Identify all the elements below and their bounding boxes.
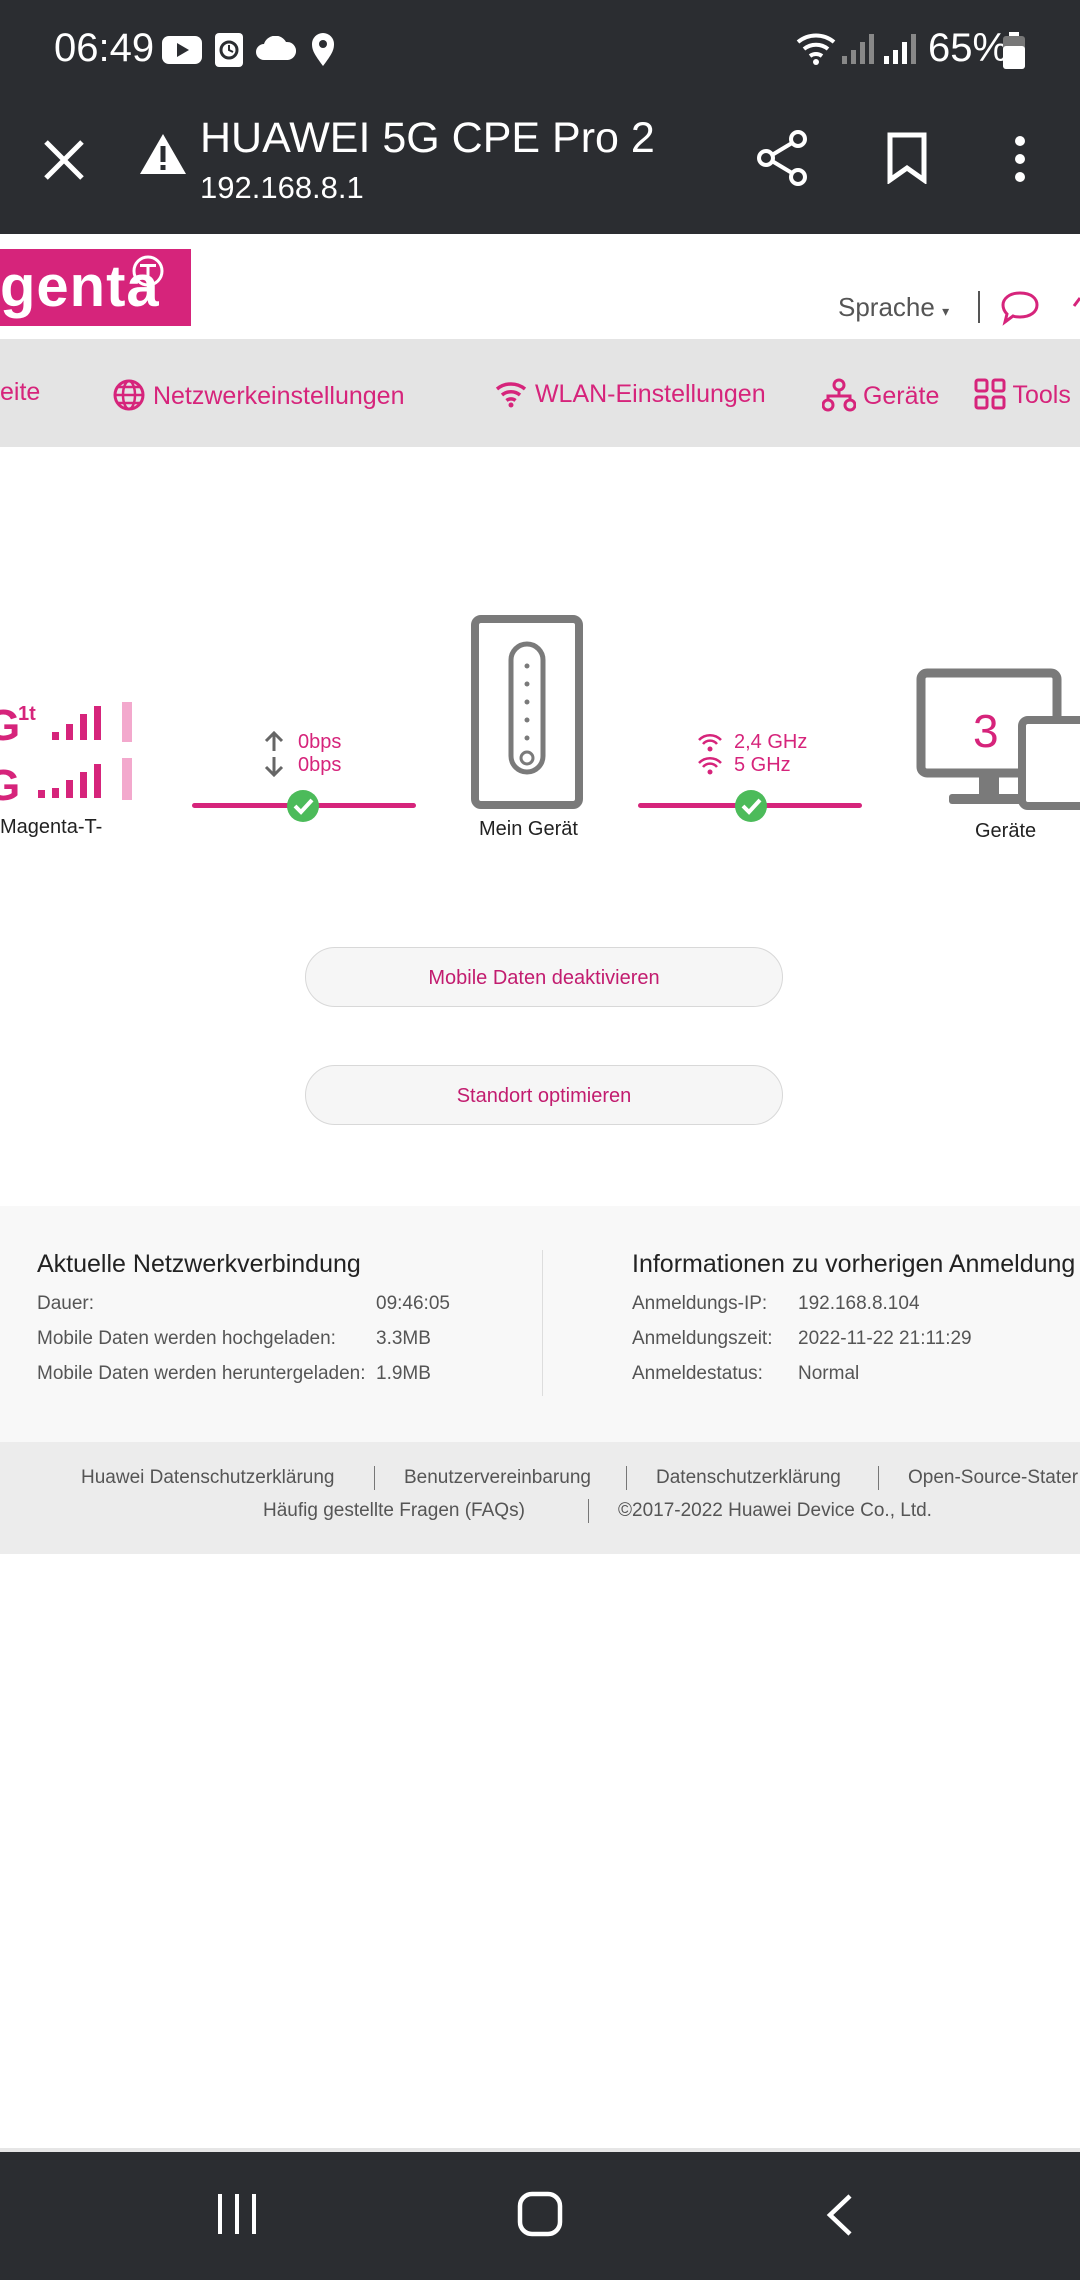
wifi-icon xyxy=(495,382,527,408)
svg-text:G: G xyxy=(0,761,20,806)
nav-item-label: Netzwerkeinstellungen xyxy=(152,382,405,410)
svg-text:1t: 1t xyxy=(18,703,36,725)
previous-login-title: Informationen zu vorherigen Anmeldung xyxy=(632,1250,1076,1278)
share-icon[interactable] xyxy=(756,130,808,186)
info-label: Anmeldungs-IP: xyxy=(632,1293,768,1314)
more-icon[interactable] xyxy=(1010,134,1030,184)
devices-caption: Geräte xyxy=(975,820,1037,842)
nav-item-network-settings[interactable]: Netzwerkeinstellungen xyxy=(112,378,404,412)
nav-item-devices[interactable]: Geräte xyxy=(821,378,940,412)
footer-link-open-source[interactable]: Open-Source-Stater xyxy=(908,1467,1078,1489)
optimize-location-button[interactable]: Standort optimieren xyxy=(305,1065,783,1125)
info-value: 1.9MB xyxy=(376,1363,431,1384)
language-select[interactable]: Sprache ▾ xyxy=(838,292,949,323)
info-panel xyxy=(0,1206,1080,1442)
download-speed: 0bps xyxy=(298,754,342,776)
nav-item-wlan-settings[interactable]: WLAN-Einstellungen xyxy=(494,378,766,409)
nav-item-label: eite xyxy=(0,378,41,406)
info-label: Mobile Daten werden heruntergeladen: xyxy=(37,1363,366,1384)
status-time: 06:49 xyxy=(54,26,155,70)
info-value: 09:46:05 xyxy=(376,1293,450,1314)
footer-link-faq[interactable]: Häufig gestellte Fragen (FAQs) xyxy=(263,1500,525,1522)
nav-item-tools[interactable]: Tools xyxy=(974,378,1071,410)
footer-link-privacy-huawei[interactable]: Huawei Datenschutzerklärung xyxy=(81,1467,334,1489)
router-icon[interactable] xyxy=(470,614,584,810)
youtube-icon xyxy=(162,36,202,64)
chat-icon[interactable] xyxy=(1000,290,1040,326)
info-value: Normal xyxy=(798,1363,860,1384)
user-icon[interactable] xyxy=(1072,296,1080,316)
check-icon xyxy=(735,790,767,822)
footer xyxy=(0,1442,1080,1554)
network-signal-icon: G 1t G xyxy=(0,701,132,806)
info-label: Anmeldestatus: xyxy=(632,1363,763,1384)
nav-item-label: Geräte xyxy=(862,382,940,410)
check-icon xyxy=(287,790,319,822)
grid-icon xyxy=(974,378,1006,410)
page-title[interactable]: HUAWEI 5G CPE Pro 2 xyxy=(200,114,655,163)
info-value: 3.3MB xyxy=(376,1328,431,1349)
upload-speed: 0bps xyxy=(298,731,342,753)
info-divider xyxy=(542,1250,543,1396)
page-url[interactable]: 192.168.8.1 xyxy=(200,170,364,206)
info-value: 2022-11-22 21:11:29 xyxy=(798,1328,972,1349)
nav-item-label: Tools xyxy=(1012,381,1071,409)
network-icon xyxy=(821,378,857,412)
network-caption: Magenta-T- xyxy=(0,816,103,838)
recent-apps-icon[interactable] xyxy=(214,2192,262,2236)
telekom-t-icon xyxy=(132,255,164,287)
nav-item-home[interactable]: eite xyxy=(0,378,40,407)
footer-link-privacy[interactable]: Datenschutzerklärung xyxy=(656,1467,841,1489)
globe-icon xyxy=(113,379,145,411)
wifi-band-icons xyxy=(698,733,722,775)
info-label: Anmeldungszeit: xyxy=(632,1328,773,1349)
info-value: 192.168.8.104 xyxy=(798,1293,920,1314)
current-connection-title: Aktuelle Netzwerkverbindung xyxy=(37,1250,361,1278)
battery-percentage: 65% xyxy=(928,26,1009,70)
footer-link-user-agreement[interactable]: Benutzervereinbarung xyxy=(404,1467,591,1489)
footer-divider xyxy=(374,1466,375,1490)
nav-item-label: WLAN-Einstellungen xyxy=(534,380,766,408)
footer-copyright: ©2017-2022 Huawei Device Co., Ltd. xyxy=(618,1500,932,1521)
signal-icon xyxy=(842,34,874,64)
footer-divider xyxy=(588,1499,589,1523)
signal-icon xyxy=(884,34,916,64)
band-5ghz: 5 GHz xyxy=(734,754,791,776)
info-label: Mobile Daten werden hochgeladen: xyxy=(37,1328,336,1349)
band-2-4ghz: 2,4 GHz xyxy=(734,731,808,753)
devices-count: 3 xyxy=(973,705,999,757)
cloud-icon xyxy=(256,36,296,60)
header-divider xyxy=(978,291,980,323)
chevron-down-icon: ▾ xyxy=(942,303,950,319)
wifi-icon xyxy=(796,33,836,65)
footer-divider xyxy=(878,1466,879,1490)
home-icon[interactable] xyxy=(516,2190,564,2238)
close-icon[interactable] xyxy=(42,138,86,182)
up-down-arrows-icon xyxy=(264,731,284,777)
back-icon[interactable] xyxy=(822,2192,858,2238)
footer-divider xyxy=(626,1466,627,1490)
language-label: Sprache xyxy=(838,292,935,322)
battery-icon xyxy=(1003,32,1025,69)
clock-icon xyxy=(215,33,243,67)
bookmark-icon[interactable] xyxy=(886,132,928,184)
info-label: Dauer: xyxy=(37,1293,95,1314)
deactivate-mobile-data-button[interactable]: Mobile Daten deaktivieren xyxy=(305,947,783,1007)
warning-icon[interactable] xyxy=(138,132,188,176)
device-caption: Mein Gerät xyxy=(479,818,578,840)
location-icon xyxy=(312,33,334,66)
